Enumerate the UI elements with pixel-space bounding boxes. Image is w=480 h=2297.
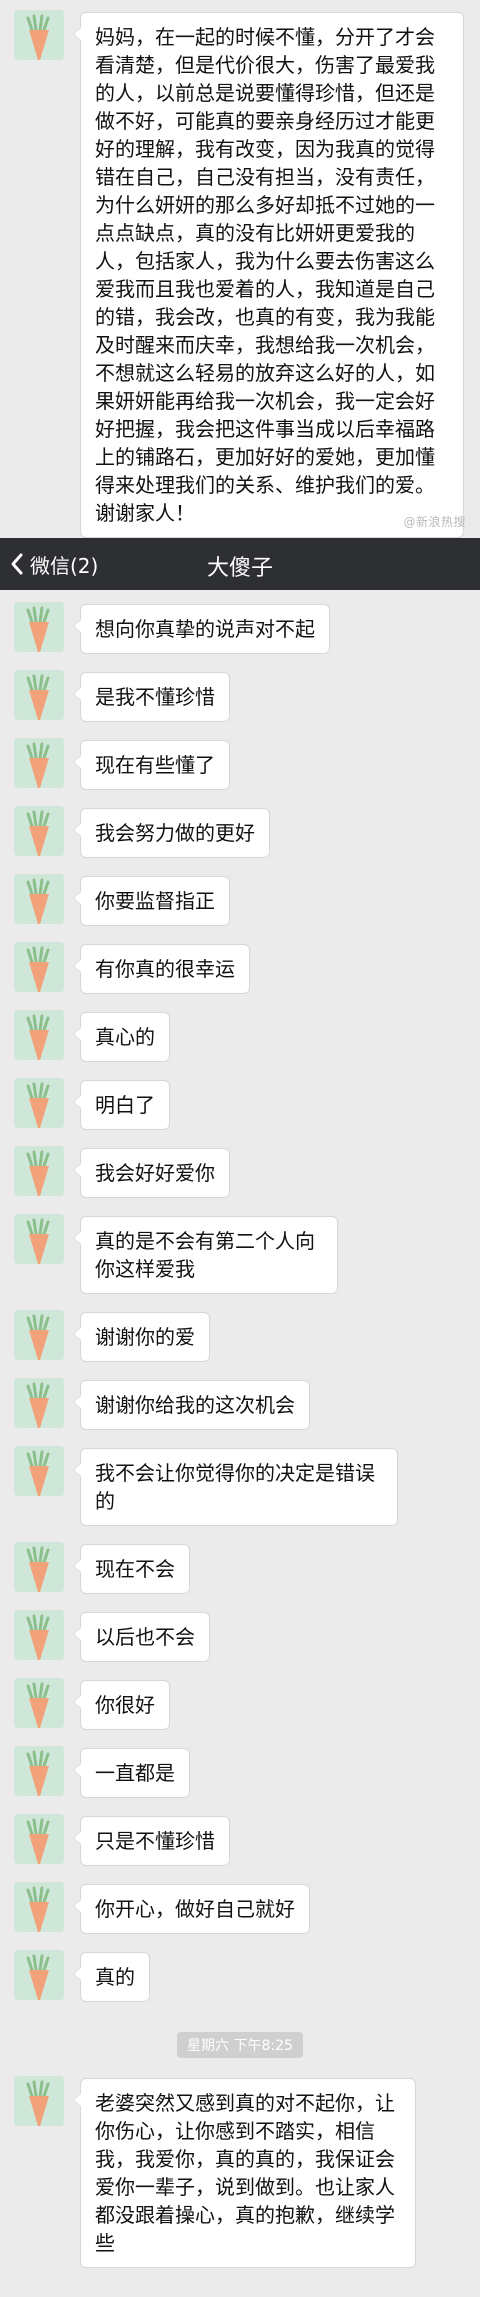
message-bubble: 现在不会 [73, 1544, 190, 1594]
message-bubble: 现在有些懂了 [73, 740, 230, 790]
timestamp-label: 星期六 下午8:25 [177, 2032, 303, 2058]
carrot-avatar-icon[interactable] [14, 1078, 64, 1128]
message-bubble: 你要监督指正 [73, 876, 230, 926]
carrot-avatar-icon[interactable] [14, 1446, 64, 1496]
message-bubble: 你开心，做好自己就好 [73, 1884, 310, 1934]
message-bubble: 我会好好爱你 [73, 1148, 230, 1198]
message-bubble: 一直都是 [73, 1748, 190, 1798]
message-bubble: 真的是不会有第二个人向你这样爱我 [73, 1216, 338, 1294]
message-bubble: 以后也不会 [73, 1612, 210, 1662]
back-label: 微信(2) [30, 553, 99, 578]
navigation-bar: 微信(2) 大傻子 [0, 538, 480, 590]
carrot-avatar-icon[interactable] [14, 602, 64, 652]
carrot-avatar-icon[interactable] [14, 1542, 64, 1592]
carrot-avatar-icon[interactable] [14, 874, 64, 924]
carrot-avatar-icon[interactable] [14, 2076, 64, 2126]
wechat-chat-screen: 微信(2) 大傻子 想向你真挚的说声对不起 是我不懂珍惜 现在有些懂了 我会努力… [0, 538, 480, 2297]
back-button[interactable]: 微信(2) [8, 550, 98, 578]
carrot-avatar-icon[interactable] [14, 942, 64, 992]
message-bubble: 老婆突然又感到真的对不起你，让你伤心，让你感到不踏实，相信我，我爱你，真的真的，… [73, 2078, 416, 2268]
message-bubble: 我会努力做的更好 [73, 808, 270, 858]
message-bubble: 你很好 [73, 1680, 170, 1730]
message-bubble: 是我不懂珍惜 [73, 672, 230, 722]
carrot-avatar-icon[interactable] [14, 1746, 64, 1796]
message-bubble: 只是不懂珍惜 [73, 1816, 230, 1866]
watermark: @新浪热搜 [403, 515, 466, 529]
message-bubble: 真的 [73, 1952, 150, 2002]
message-bubble: 明白了 [73, 1080, 170, 1130]
carrot-avatar-icon[interactable] [14, 1950, 64, 2000]
message-bubble: 妈妈，在一起的时候不懂，分开了才会看清楚，但是代价很大，伤害了最爱我的人，以前总… [73, 12, 464, 538]
timestamp-divider: 星期六 下午8:25 [0, 2032, 480, 2058]
carrot-avatar-icon[interactable] [14, 1882, 64, 1932]
carrot-avatar-icon[interactable] [14, 1010, 64, 1060]
message-bubble: 想向你真挚的说声对不起 [73, 604, 330, 654]
message-bubble: 谢谢你的爱 [73, 1312, 210, 1362]
message-bubble: 真心的 [73, 1012, 170, 1062]
carrot-avatar-icon[interactable] [14, 670, 64, 720]
message-bubble: 谢谢你给我的这次机会 [73, 1380, 310, 1430]
carrot-avatar-icon[interactable] [14, 1214, 64, 1264]
carrot-avatar-icon[interactable] [14, 806, 64, 856]
carrot-avatar-icon[interactable] [14, 10, 64, 60]
carrot-avatar-icon[interactable] [14, 738, 64, 788]
chevron-left-icon [11, 553, 23, 575]
carrot-avatar-icon[interactable] [14, 1678, 64, 1728]
message-bubble: 有你真的很幸运 [73, 944, 250, 994]
carrot-avatar-icon[interactable] [14, 1814, 64, 1864]
message-bubble: 我不会让你觉得你的决定是错误的 [73, 1448, 398, 1526]
carrot-avatar-icon[interactable] [14, 1310, 64, 1360]
carrot-avatar-icon[interactable] [14, 1610, 64, 1660]
carrot-avatar-icon[interactable] [14, 1378, 64, 1428]
carrot-avatar-icon[interactable] [14, 1146, 64, 1196]
top-chat-screenshot: 妈妈，在一起的时候不懂，分开了才会看清楚，但是代价很大，伤害了最爱我的人，以前总… [0, 0, 480, 538]
